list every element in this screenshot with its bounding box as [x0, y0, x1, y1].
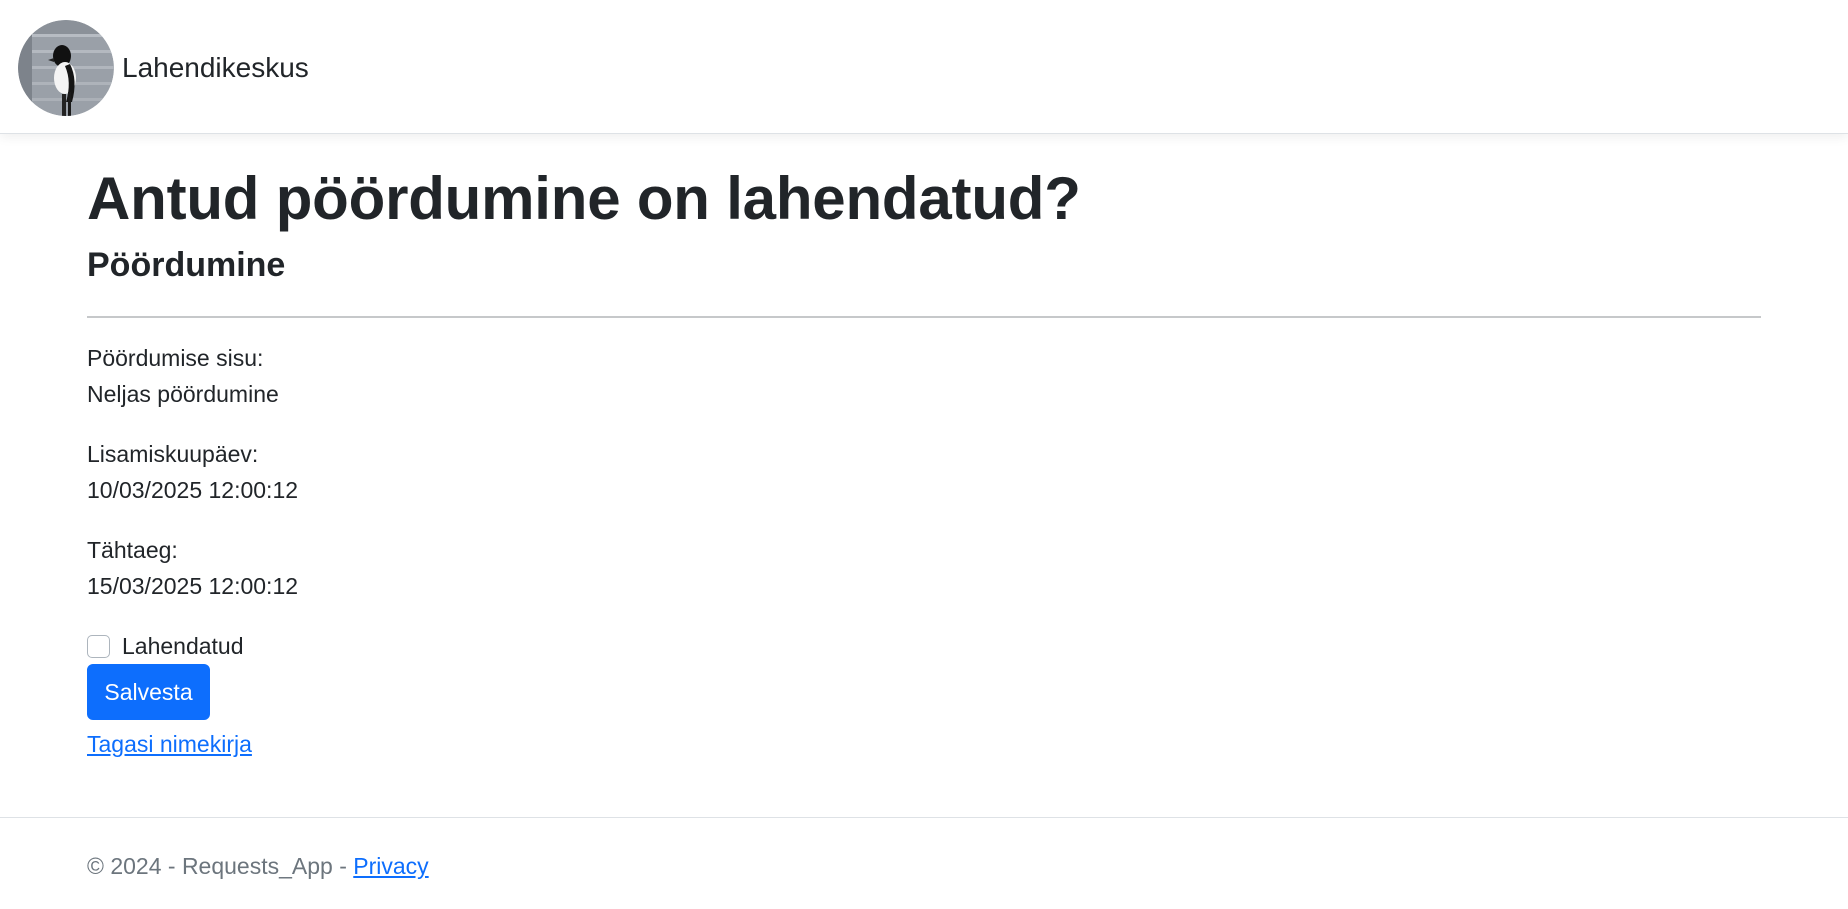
- field-value: 15/03/2025 12:00:12: [87, 573, 299, 599]
- field-content: Pöördumise sisu: Neljas pöördumine: [87, 340, 279, 412]
- resolved-checkbox-label[interactable]: Lahendatud: [122, 628, 244, 664]
- field-value: Neljas pöördumine: [87, 381, 279, 407]
- footer-text-container: © 2024 - Requests_App - Privacy: [87, 848, 429, 884]
- brand-name: Lahendikeskus: [122, 52, 309, 83]
- field-created-date: Lisamiskuupäev: 10/03/2025 12:00:12: [87, 436, 298, 508]
- field-value: 10/03/2025 12:00:12: [87, 477, 299, 503]
- logo-avatar: [18, 20, 114, 116]
- copyright-text: © 2024 - Requests_App -: [87, 853, 354, 879]
- footer: © 2024 - Requests_App - Privacy: [0, 817, 1848, 909]
- section-subtitle: Pöördumine: [87, 246, 286, 284]
- brand-link[interactable]: Lahendikeskus: [18, 20, 309, 116]
- field-deadline: Tähtaeg: 15/03/2025 12:00:12: [87, 532, 298, 604]
- page-title: Antud pöördumine on lahendatud?: [87, 165, 1081, 232]
- back-to-list-link[interactable]: Tagasi nimekirja: [87, 726, 252, 762]
- resolved-checkbox-row: Lahendatud: [87, 628, 244, 664]
- save-button[interactable]: Salvesta: [87, 664, 210, 720]
- field-label: Lisamiskuupäev:: [87, 441, 259, 467]
- privacy-link[interactable]: Privacy: [353, 853, 428, 879]
- main-content: Antud pöördumine on lahendatud? Pöördumi…: [87, 160, 1761, 757]
- divider: [87, 316, 1761, 318]
- field-label: Tähtaeg:: [87, 537, 178, 563]
- navbar: Lahendikeskus: [0, 0, 1848, 134]
- magpie-bird-icon: [18, 20, 114, 116]
- field-label: Pöördumise sisu:: [87, 345, 264, 371]
- resolved-checkbox[interactable]: [87, 634, 110, 658]
